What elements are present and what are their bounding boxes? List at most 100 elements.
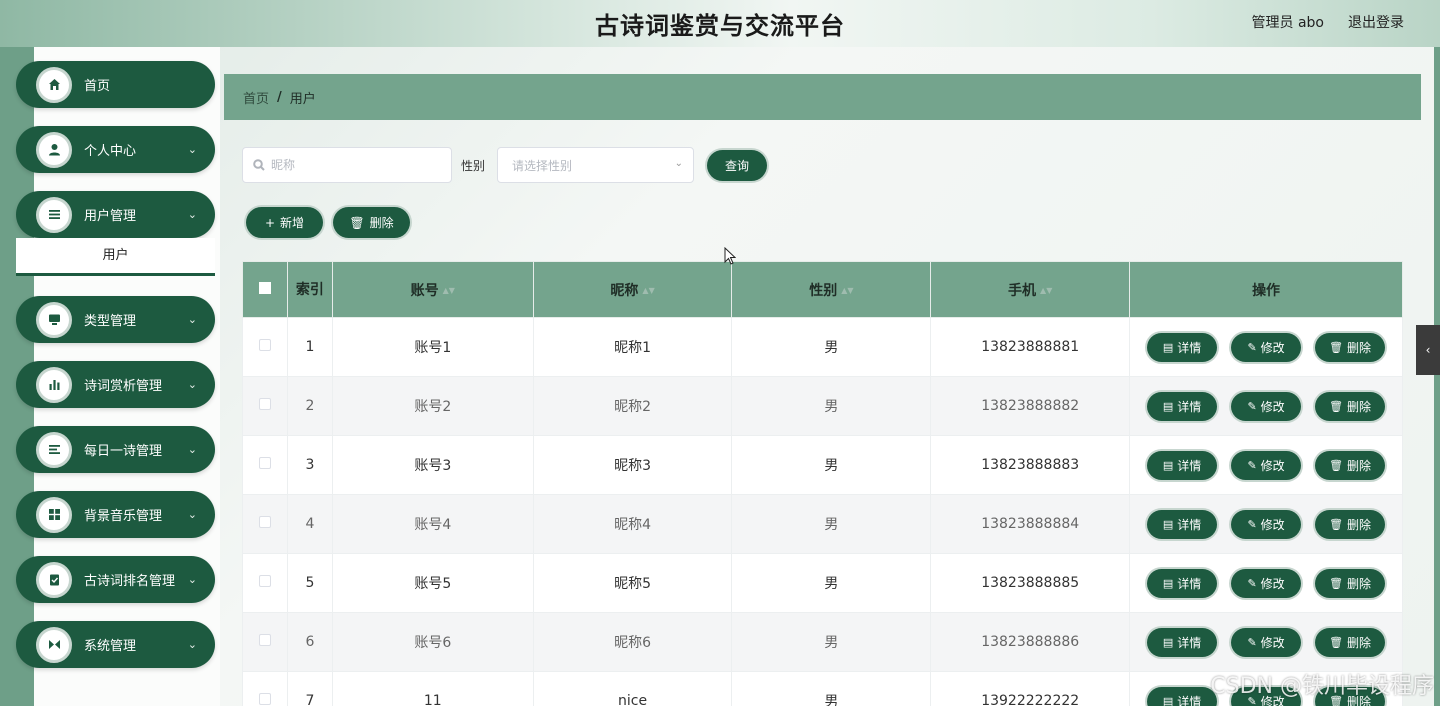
sidebar-item-chart[interactable]: 诗词赏析管理 ⌄ [16, 361, 215, 408]
table-row[interactable]: 2 账号2 昵称2 男 13823888882 ▤ 详情 ✎ 修改 🗑 删除 [242, 376, 1403, 436]
add-button[interactable]: + 新增 [246, 207, 323, 238]
row-select-cell[interactable] [242, 553, 288, 613]
edit-button[interactable]: ✎ 修改 [1231, 332, 1302, 362]
sidebar-item-monitor[interactable]: 类型管理 ⌄ [16, 296, 215, 343]
current-user: 管理员 abo [1251, 15, 1324, 31]
chevron-down-icon: ⌄ [187, 208, 197, 221]
col-phone[interactable]: 手机 ▲▼ [930, 261, 1131, 318]
gender-select[interactable]: 请选择性别 ⌄ [497, 147, 694, 183]
breadcrumb-home[interactable]: 首页 [243, 88, 269, 107]
sort-icon[interactable]: ▲▼ [1040, 286, 1052, 295]
sort-icon[interactable]: ▲▼ [443, 286, 455, 295]
edit-label: 修改 [1260, 576, 1285, 591]
delete-button[interactable]: 🗑 删除 [1315, 627, 1386, 657]
submenu-item-user[interactable]: 用户 [16, 238, 215, 276]
table-row[interactable]: 4 账号4 昵称4 男 13823888884 ▤ 详情 ✎ 修改 🗑 删除 [242, 494, 1403, 554]
delete-label: 删除 [1347, 576, 1372, 591]
add-button-label: 新增 [280, 216, 305, 230]
cell-nickname: nice [532, 671, 733, 706]
delete-button[interactable]: 🗑 删除 [1315, 332, 1386, 362]
row-select-cell[interactable] [242, 376, 288, 436]
table-row[interactable]: 1 账号1 昵称1 男 13823888881 ▤ 详情 ✎ 修改 🗑 删除 [242, 317, 1403, 377]
nickname-search-input[interactable] [242, 147, 452, 183]
delete-button[interactable]: 🗑 删除 [1315, 391, 1386, 421]
chevron-down-icon: ⌄ [187, 378, 197, 391]
cell-index: 6 [286, 612, 333, 672]
row-select-cell[interactable] [242, 317, 288, 377]
collapse-panel-button[interactable]: ‹ [1416, 325, 1440, 375]
query-button[interactable]: 查询 [707, 150, 767, 181]
edit-button[interactable]: ✎ 修改 [1231, 450, 1302, 480]
sidebar-item-grid[interactable]: 背景音乐管理 ⌄ [16, 491, 215, 538]
table-body: 1 账号1 昵称1 男 13823888881 ▤ 详情 ✎ 修改 🗑 删除 2 账号2 昵称2 男 1382… [242, 317, 1403, 706]
table-row[interactable]: 6 账号6 昵称6 男 13823888886 ▤ 详情 ✎ 修改 🗑 删除 [242, 612, 1403, 672]
row-select-cell[interactable] [242, 671, 288, 706]
row-checkbox[interactable] [258, 457, 271, 469]
gender-label: 性别 [461, 159, 486, 173]
edit-button[interactable]: ✎ 修改 [1231, 568, 1302, 598]
row-select-cell[interactable] [242, 494, 288, 554]
cell-phone: 13823888883 [930, 435, 1131, 495]
row-checkbox[interactable] [258, 339, 271, 351]
row-checkbox[interactable] [258, 575, 271, 587]
delete-label: 删除 [1347, 635, 1372, 650]
search-input[interactable] [271, 158, 441, 172]
col-account[interactable]: 账号 ▲▼ [331, 261, 534, 318]
cell-index: 5 [286, 553, 333, 613]
col-actions: 操作 [1129, 261, 1403, 318]
logout-link[interactable]: 退出登录 [1348, 12, 1404, 32]
col-gender-label: 性别 [809, 282, 838, 299]
sidebar-item-clipboard[interactable]: 古诗词排名管理 ⌄ [16, 556, 215, 603]
detail-button[interactable]: ▤ 详情 [1147, 627, 1218, 657]
cell-actions: ▤ 详情 ✎ 修改 🗑 删除 [1129, 376, 1403, 436]
detail-button[interactable]: ▤ 详情 [1147, 509, 1218, 539]
sidebar-item-label: 首页 [84, 79, 111, 94]
plus-icon: + [264, 215, 276, 230]
detail-button[interactable]: ▤ 详情 [1147, 450, 1218, 480]
detail-button[interactable]: ▤ 详情 [1147, 686, 1218, 706]
table-row[interactable]: 3 账号3 昵称3 男 13823888883 ▤ 详情 ✎ 修改 🗑 删除 [242, 435, 1403, 495]
cell-gender: 男 [731, 317, 932, 377]
select-all-cell[interactable] [242, 261, 288, 318]
select-all-checkbox[interactable] [258, 281, 271, 294]
cell-nickname: 昵称6 [532, 612, 733, 672]
edit-label: 修改 [1260, 458, 1285, 473]
col-nickname[interactable]: 昵称 ▲▼ [532, 261, 733, 318]
cell-gender: 男 [731, 553, 932, 613]
delete-label: 删除 [1347, 340, 1372, 355]
table-row[interactable]: 5 账号5 昵称5 男 13823888885 ▤ 详情 ✎ 修改 🗑 删除 [242, 553, 1403, 613]
cell-account: 账号1 [331, 317, 534, 377]
cell-account: 11 [331, 671, 534, 706]
sidebar-item-list[interactable]: 用户管理 ⌄ [16, 191, 215, 238]
edit-button[interactable]: ✎ 修改 [1231, 627, 1302, 657]
row-select-cell[interactable] [242, 612, 288, 672]
sidebar-item-user[interactable]: 个人中心 ⌄ [16, 126, 215, 173]
batch-delete-button[interactable]: 🗑 删除 [333, 207, 410, 238]
row-checkbox[interactable] [258, 398, 271, 410]
trash-icon: 🗑 [1329, 517, 1344, 531]
row-checkbox[interactable] [258, 634, 271, 646]
delete-button[interactable]: 🗑 删除 [1315, 509, 1386, 539]
detail-button[interactable]: ▤ 详情 [1147, 568, 1218, 598]
detail-button[interactable]: ▤ 详情 [1147, 391, 1218, 421]
row-checkbox[interactable] [258, 693, 271, 705]
sidebar-item-home[interactable]: 首页 [16, 61, 215, 108]
user-icon [36, 131, 72, 168]
row-select-cell[interactable] [242, 435, 288, 495]
list-icon [36, 196, 72, 233]
edit-button[interactable]: ✎ 修改 [1231, 391, 1302, 421]
sidebar-item-doc[interactable]: 每日一诗管理 ⌄ [16, 426, 215, 473]
detail-button[interactable]: ▤ 详情 [1147, 332, 1218, 362]
sort-icon[interactable]: ▲▼ [642, 286, 654, 295]
breadcrumb-current: 用户 [289, 91, 316, 107]
col-gender[interactable]: 性别 ▲▼ [731, 261, 932, 318]
detail-label: 详情 [1177, 635, 1202, 650]
edit-button[interactable]: ✎ 修改 [1231, 509, 1302, 539]
delete-button[interactable]: 🗑 删除 [1315, 450, 1386, 480]
delete-button[interactable]: 🗑 删除 [1315, 568, 1386, 598]
row-checkbox[interactable] [258, 516, 271, 528]
cell-gender: 男 [731, 435, 932, 495]
sidebar-item-settings[interactable]: 系统管理 ⌄ [16, 621, 215, 668]
edit-label: 修改 [1260, 399, 1285, 414]
sort-icon[interactable]: ▲▼ [841, 286, 853, 295]
